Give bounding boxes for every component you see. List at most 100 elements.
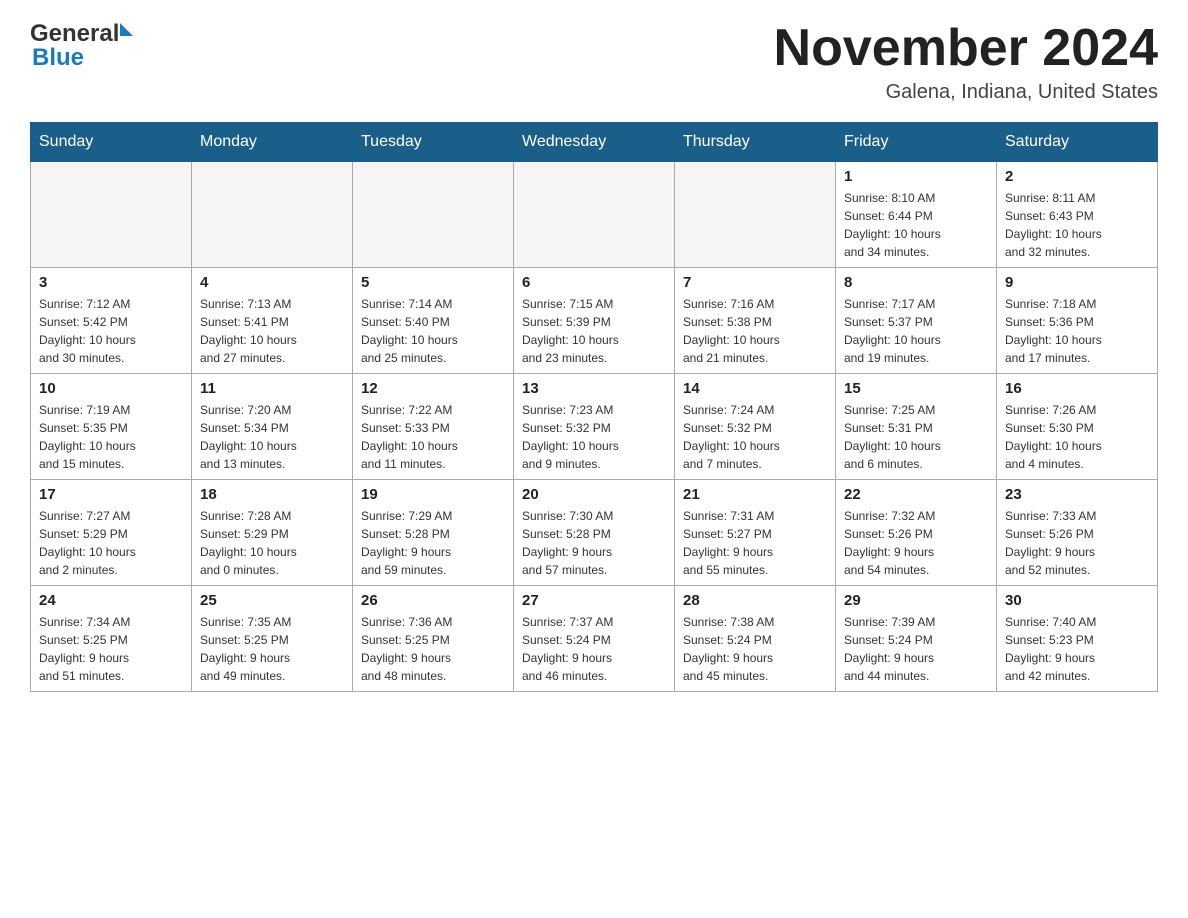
calendar-week-5: 24 Sunrise: 7:34 AM Sunset: 5:25 PM Dayli… <box>31 586 1158 692</box>
day-info: Sunrise: 7:13 AM Sunset: 5:41 PM Dayligh… <box>200 295 344 367</box>
calendar-cell: 16Sunrise: 7:26 AM Sunset: 5:30 PM Dayli… <box>997 374 1158 480</box>
day-number: 9 <box>1005 274 1149 291</box>
calendar-cell: 4 Sunrise: 7:13 AM Sunset: 5:41 PM Daylig… <box>192 268 353 374</box>
day-header-tuesday: Tuesday <box>353 123 514 162</box>
day-info: Sunrise: 7:33 AM Sunset: 5:26 PM Dayligh… <box>1005 507 1149 579</box>
calendar-week-1: 1 Sunrise: 8:10 AM Sunset: 6:44 PM Daylig… <box>31 162 1158 268</box>
calendar-cell: 9 Sunrise: 7:18 AM Sunset: 5:36 PM Daylig… <box>997 268 1158 374</box>
day-info: Sunrise: 7:36 AM Sunset: 5:25 PM Dayligh… <box>361 613 505 685</box>
calendar-cell: 12Sunrise: 7:22 AM Sunset: 5:33 PM Dayli… <box>353 374 514 480</box>
day-info: Sunrise: 7:16 AM Sunset: 5:38 PM Dayligh… <box>683 295 827 367</box>
calendar-cell: 5Sunrise: 7:14 AM Sunset: 5:40 PM Daylig… <box>353 268 514 374</box>
day-number: 23 <box>1005 486 1149 503</box>
day-info: Sunrise: 7:38 AM Sunset: 5:24 PM Dayligh… <box>683 613 827 685</box>
calendar-cell: 19 Sunrise: 7:29 AM Sunset: 5:28 PM Dayli… <box>353 480 514 586</box>
calendar-cell <box>31 162 192 268</box>
day-info: Sunrise: 7:40 AM Sunset: 5:23 PM Dayligh… <box>1005 613 1149 685</box>
calendar-cell <box>192 162 353 268</box>
day-number: 14 <box>683 380 827 397</box>
calendar-cell: 15Sunrise: 7:25 AM Sunset: 5:31 PM Dayli… <box>836 374 997 480</box>
title-block: November 2024 Galena, Indiana, United St… <box>774 20 1158 104</box>
calendar-cell: 23 Sunrise: 7:33 AM Sunset: 5:26 PM Dayli… <box>997 480 1158 586</box>
day-info: Sunrise: 7:22 AM Sunset: 5:33 PM Dayligh… <box>361 401 505 473</box>
day-info: Sunrise: 7:32 AM Sunset: 5:26 PM Dayligh… <box>844 507 988 579</box>
day-number: 2 <box>1005 168 1149 185</box>
day-number: 24 <box>39 592 183 609</box>
calendar-cell: 22 Sunrise: 7:32 AM Sunset: 5:26 PM Dayli… <box>836 480 997 586</box>
day-number: 25 <box>200 592 344 609</box>
day-number: 8 <box>844 274 988 291</box>
calendar-cell: 28 Sunrise: 7:38 AM Sunset: 5:24 PM Dayli… <box>675 586 836 692</box>
day-number: 18 <box>200 486 344 503</box>
calendar-cell: 10 Sunrise: 7:19 AM Sunset: 5:35 PM Dayli… <box>31 374 192 480</box>
calendar-cell: 21Sunrise: 7:31 AM Sunset: 5:27 PM Dayli… <box>675 480 836 586</box>
day-info: Sunrise: 7:34 AM Sunset: 5:25 PM Dayligh… <box>39 613 183 685</box>
logo: General Blue <box>30 20 133 72</box>
day-number: 4 <box>200 274 344 291</box>
day-info: Sunrise: 7:12 AM Sunset: 5:42 PM Dayligh… <box>39 295 183 367</box>
calendar-cell: 20 Sunrise: 7:30 AM Sunset: 5:28 PM Dayli… <box>514 480 675 586</box>
calendar-cell: 2 Sunrise: 8:11 AM Sunset: 6:43 PM Daylig… <box>997 162 1158 268</box>
calendar-cell: 29 Sunrise: 7:39 AM Sunset: 5:24 PM Dayli… <box>836 586 997 692</box>
calendar-cell: 26 Sunrise: 7:36 AM Sunset: 5:25 PM Dayli… <box>353 586 514 692</box>
day-number: 1 <box>844 168 988 185</box>
calendar-week-2: 3Sunrise: 7:12 AM Sunset: 5:42 PM Daylig… <box>31 268 1158 374</box>
month-title: November 2024 <box>774 20 1158 77</box>
calendar-cell: 17 Sunrise: 7:27 AM Sunset: 5:29 PM Dayli… <box>31 480 192 586</box>
day-number: 21 <box>683 486 827 503</box>
day-number: 28 <box>683 592 827 609</box>
day-info: Sunrise: 7:27 AM Sunset: 5:29 PM Dayligh… <box>39 507 183 579</box>
day-info: Sunrise: 8:11 AM Sunset: 6:43 PM Dayligh… <box>1005 189 1149 261</box>
day-info: Sunrise: 7:35 AM Sunset: 5:25 PM Dayligh… <box>200 613 344 685</box>
logo-line2: Blue <box>30 44 84 72</box>
calendar-cell: 18Sunrise: 7:28 AM Sunset: 5:29 PM Dayli… <box>192 480 353 586</box>
day-number: 26 <box>361 592 505 609</box>
day-info: Sunrise: 7:19 AM Sunset: 5:35 PM Dayligh… <box>39 401 183 473</box>
day-number: 11 <box>200 380 344 397</box>
day-info: Sunrise: 8:10 AM Sunset: 6:44 PM Dayligh… <box>844 189 988 261</box>
calendar-cell: 11Sunrise: 7:20 AM Sunset: 5:34 PM Dayli… <box>192 374 353 480</box>
page-header: General Blue November 2024 Galena, India… <box>30 20 1158 104</box>
day-number: 29 <box>844 592 988 609</box>
day-info: Sunrise: 7:18 AM Sunset: 5:36 PM Dayligh… <box>1005 295 1149 367</box>
calendar-cell: 1 Sunrise: 8:10 AM Sunset: 6:44 PM Daylig… <box>836 162 997 268</box>
calendar-cell: 7 Sunrise: 7:16 AM Sunset: 5:38 PM Daylig… <box>675 268 836 374</box>
calendar-cell: 30 Sunrise: 7:40 AM Sunset: 5:23 PM Dayli… <box>997 586 1158 692</box>
day-number: 16 <box>1005 380 1149 397</box>
day-number: 10 <box>39 380 183 397</box>
calendar-week-3: 10 Sunrise: 7:19 AM Sunset: 5:35 PM Dayli… <box>31 374 1158 480</box>
calendar-week-4: 17 Sunrise: 7:27 AM Sunset: 5:29 PM Dayli… <box>31 480 1158 586</box>
day-number: 22 <box>844 486 988 503</box>
calendar-body: 1 Sunrise: 8:10 AM Sunset: 6:44 PM Daylig… <box>31 162 1158 692</box>
calendar-cell: 24 Sunrise: 7:34 AM Sunset: 5:25 PM Dayli… <box>31 586 192 692</box>
calendar-cell: 8 Sunrise: 7:17 AM Sunset: 5:37 PM Daylig… <box>836 268 997 374</box>
day-header-thursday: Thursday <box>675 123 836 162</box>
calendar-cell: 14 Sunrise: 7:24 AM Sunset: 5:32 PM Dayli… <box>675 374 836 480</box>
day-number: 19 <box>361 486 505 503</box>
day-info: Sunrise: 7:39 AM Sunset: 5:24 PM Dayligh… <box>844 613 988 685</box>
calendar-cell: 25 Sunrise: 7:35 AM Sunset: 5:25 PM Dayli… <box>192 586 353 692</box>
day-header-saturday: Saturday <box>997 123 1158 162</box>
day-header-wednesday: Wednesday <box>514 123 675 162</box>
day-number: 20 <box>522 486 666 503</box>
calendar-cell: 27 Sunrise: 7:37 AM Sunset: 5:24 PM Dayli… <box>514 586 675 692</box>
header-row: SundayMondayTuesdayWednesdayThursdayFrid… <box>31 123 1158 162</box>
day-number: 7 <box>683 274 827 291</box>
day-info: Sunrise: 7:29 AM Sunset: 5:28 PM Dayligh… <box>361 507 505 579</box>
day-info: Sunrise: 7:15 AM Sunset: 5:39 PM Dayligh… <box>522 295 666 367</box>
day-number: 27 <box>522 592 666 609</box>
day-number: 6 <box>522 274 666 291</box>
day-header-sunday: Sunday <box>31 123 192 162</box>
day-number: 17 <box>39 486 183 503</box>
day-info: Sunrise: 7:30 AM Sunset: 5:28 PM Dayligh… <box>522 507 666 579</box>
location: Galena, Indiana, United States <box>774 81 1158 104</box>
calendar-table: SundayMondayTuesdayWednesdayThursdayFrid… <box>30 122 1158 692</box>
day-info: Sunrise: 7:24 AM Sunset: 5:32 PM Dayligh… <box>683 401 827 473</box>
day-number: 30 <box>1005 592 1149 609</box>
day-info: Sunrise: 7:37 AM Sunset: 5:24 PM Dayligh… <box>522 613 666 685</box>
day-info: Sunrise: 7:17 AM Sunset: 5:37 PM Dayligh… <box>844 295 988 367</box>
calendar-cell <box>353 162 514 268</box>
day-info: Sunrise: 7:23 AM Sunset: 5:32 PM Dayligh… <box>522 401 666 473</box>
calendar-cell <box>514 162 675 268</box>
calendar-cell <box>675 162 836 268</box>
